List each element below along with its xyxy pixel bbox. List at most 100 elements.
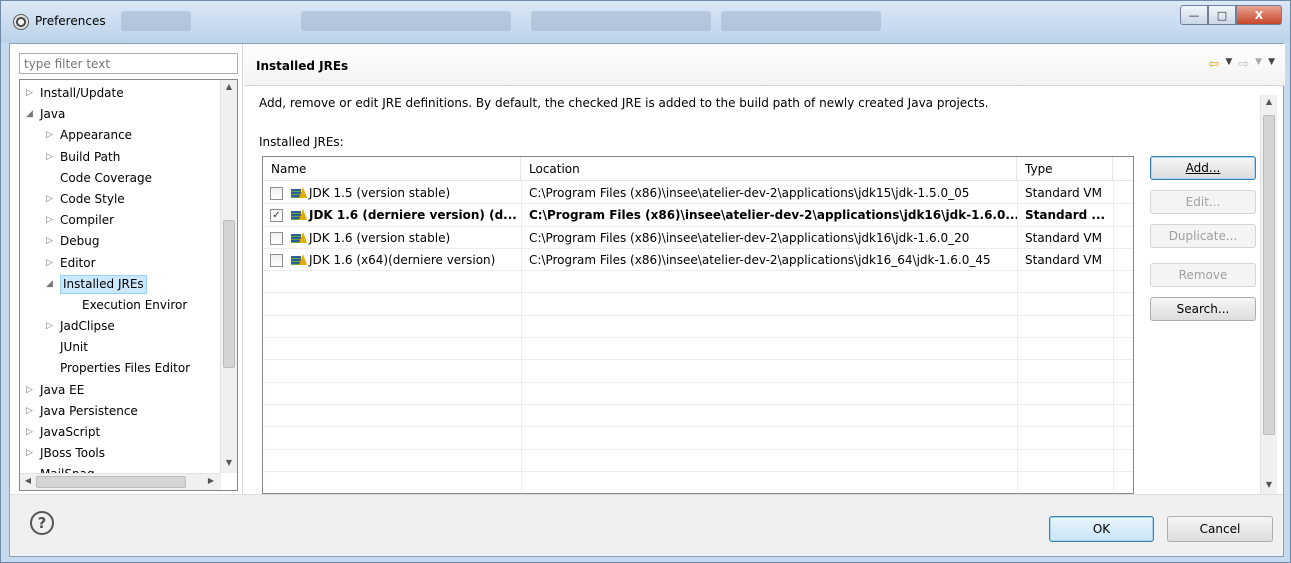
tree-item[interactable]: ◢ Installed JREs [20,274,215,295]
table-body: JDK 1.5 (version stable) C:\Program Files… [263,182,1133,493]
page-title: Installed JREs [256,59,349,73]
nav-forward-icon[interactable]: ⇨ [1238,57,1249,72]
edit-button-label: Edit... [1185,195,1221,209]
remove-button-label: Remove [1178,268,1228,282]
tree-item[interactable]: JUnit [20,337,215,358]
scroll-thumb[interactable] [1263,115,1275,435]
tree-item[interactable]: ▷ Java EE [20,380,215,401]
tree-item[interactable]: ◢ Java [20,104,215,125]
jre-checkbox[interactable] [270,231,283,245]
tree-item[interactable]: ▷ JadClipse [20,316,215,337]
empty-row [263,338,1133,361]
tree-item-label: Editor [60,255,96,270]
collapsed-arrow-icon[interactable]: ▷ [46,189,53,210]
table-row[interactable]: JDK 1.6 (x64)(derniere version) C:\Progra… [263,249,1133,272]
tree-item-label: JadClipse [60,319,115,334]
collapsed-arrow-icon[interactable]: ▷ [26,83,33,104]
tree-item[interactable]: ▷ JBoss Tools [20,443,215,464]
tree-item[interactable]: ▷ Appearance [20,125,215,146]
window-title: Preferences [35,14,106,28]
table-row[interactable]: JDK 1.6 (version stable) C:\Program Files… [263,227,1133,249]
column-header-location[interactable]: Location [521,157,1017,181]
chevron-down-icon[interactable]: ▼ [1225,57,1232,72]
tree-horizontal-scrollbar[interactable]: ◀ ▶ [20,473,221,490]
close-button[interactable]: X [1236,5,1282,25]
scroll-thumb[interactable] [223,220,235,368]
scroll-down-icon[interactable]: ▼ [221,458,237,467]
location-cell: C:\Program Files (x86)\insee\atelier-dev… [529,230,970,245]
collapsed-arrow-icon[interactable]: ▷ [46,231,53,252]
view-menu-icon[interactable]: ▼ [1268,57,1275,72]
collapsed-arrow-icon[interactable]: ▷ [26,443,33,464]
table-row[interactable]: ✓ JDK 1.6 (derniere version) (d... C:\Prog… [263,204,1133,227]
scroll-thumb[interactable] [36,476,186,488]
tree-item[interactable]: Code Coverage [20,168,215,189]
edit-button[interactable]: Edit... [1150,190,1256,214]
duplicate-button-label: Duplicate... [1168,229,1238,243]
empty-row [263,450,1133,472]
expanded-arrow-icon[interactable]: ◢ [46,274,53,295]
collapsed-arrow-icon[interactable]: ▷ [46,147,53,168]
collapsed-arrow-icon[interactable]: ▷ [46,125,53,146]
expanded-arrow-icon[interactable]: ◢ [26,104,33,125]
collapsed-arrow-icon[interactable]: ▷ [46,253,53,274]
jre-checkbox[interactable] [270,187,283,200]
preferences-icon [13,14,29,30]
search-button[interactable]: Search... [1150,297,1256,321]
table-row[interactable]: JDK 1.5 (version stable) C:\Program Files… [263,182,1133,205]
tree-item[interactable]: Properties Files Editor [20,358,215,379]
tree-item[interactable]: Execution Enviror [20,295,215,316]
scroll-left-icon[interactable]: ◀ [21,476,35,485]
name-cell: ✓ JDK 1.6 (derniere version) (d... [263,204,521,226]
collapsed-arrow-icon[interactable]: ▷ [26,380,33,401]
page-vertical-scrollbar[interactable]: ▲ ▼ [1260,95,1277,494]
window-controls: — □ X [1180,5,1282,25]
add-button[interactable]: Add... [1150,156,1256,180]
scroll-up-icon[interactable]: ▲ [1261,97,1277,106]
scroll-down-icon[interactable]: ▼ [1261,480,1277,489]
collapsed-arrow-icon[interactable]: ▷ [46,210,53,231]
tree-item[interactable]: ▷ Editor [20,253,215,274]
chevron-down-icon[interactable]: ▼ [1255,57,1262,72]
tree-item-label: Java EE [40,382,85,397]
tree-item-label: Appearance [60,128,133,143]
location-cell: C:\Program Files (x86)\insee\atelier-dev… [529,208,1017,223]
tree-item[interactable]: ▷ Java Persistence [20,401,215,422]
jre-checkbox[interactable] [270,253,283,267]
maximize-button[interactable]: □ [1208,5,1236,25]
collapsed-arrow-icon[interactable]: ▷ [26,422,33,443]
ok-button[interactable]: OK [1049,516,1154,542]
collapsed-arrow-icon[interactable]: ▷ [46,316,53,337]
preference-navigation: ▷ Install/Update ◢ Java ▷ Appearance ▷ Build Pa… [10,44,243,494]
tree-item[interactable]: ▷ Build Path [20,147,215,168]
tree-item[interactable]: ▷ Code Style [20,189,215,210]
tree-item[interactable]: ▷ Compiler [20,210,215,231]
collapsed-arrow-icon[interactable]: ▷ [26,401,33,422]
type-cell: Standard VM [1025,252,1102,267]
scroll-up-icon[interactable]: ▲ [221,82,237,91]
cancel-button[interactable]: Cancel [1167,516,1273,542]
tree-item[interactable]: ▷ JavaScript [20,422,215,443]
page-description: Add, remove or edit JRE definitions. By … [259,96,989,110]
jre-name: JDK 1.6 (x64)(derniere version) [309,252,496,267]
column-header-type[interactable]: Type [1017,157,1113,181]
title-bar[interactable]: Preferences — □ X [1,1,1290,43]
tree-item-label: JUnit [60,340,88,355]
tree-item-label: JavaScript [40,425,101,439]
minimize-button[interactable]: — [1180,5,1208,25]
filter-input[interactable] [19,53,238,74]
tree-item[interactable]: ▷ Install/Update [20,83,215,104]
nav-back-icon[interactable]: ⇦ [1208,57,1219,72]
page-header: Installed JREs ⇦ ▼ ⇨ ▼ ▼ [244,44,1285,86]
tree-vertical-scrollbar[interactable]: ▲ ▼ [220,80,237,473]
tree-item-label: Debug [60,234,100,249]
tree-item[interactable]: ▷ Debug [20,231,215,252]
jre-checkbox[interactable]: ✓ [270,209,283,223]
empty-row [263,316,1133,339]
column-header-name[interactable]: Name [263,157,521,181]
duplicate-button[interactable]: Duplicate... [1150,224,1256,248]
help-icon[interactable]: ? [30,511,54,535]
tree-items: ▷ Install/Update ◢ Java ▷ Appearance ▷ Build Pa… [20,83,215,486]
scroll-right-icon[interactable]: ▶ [204,476,218,485]
remove-button[interactable]: Remove [1150,263,1256,287]
